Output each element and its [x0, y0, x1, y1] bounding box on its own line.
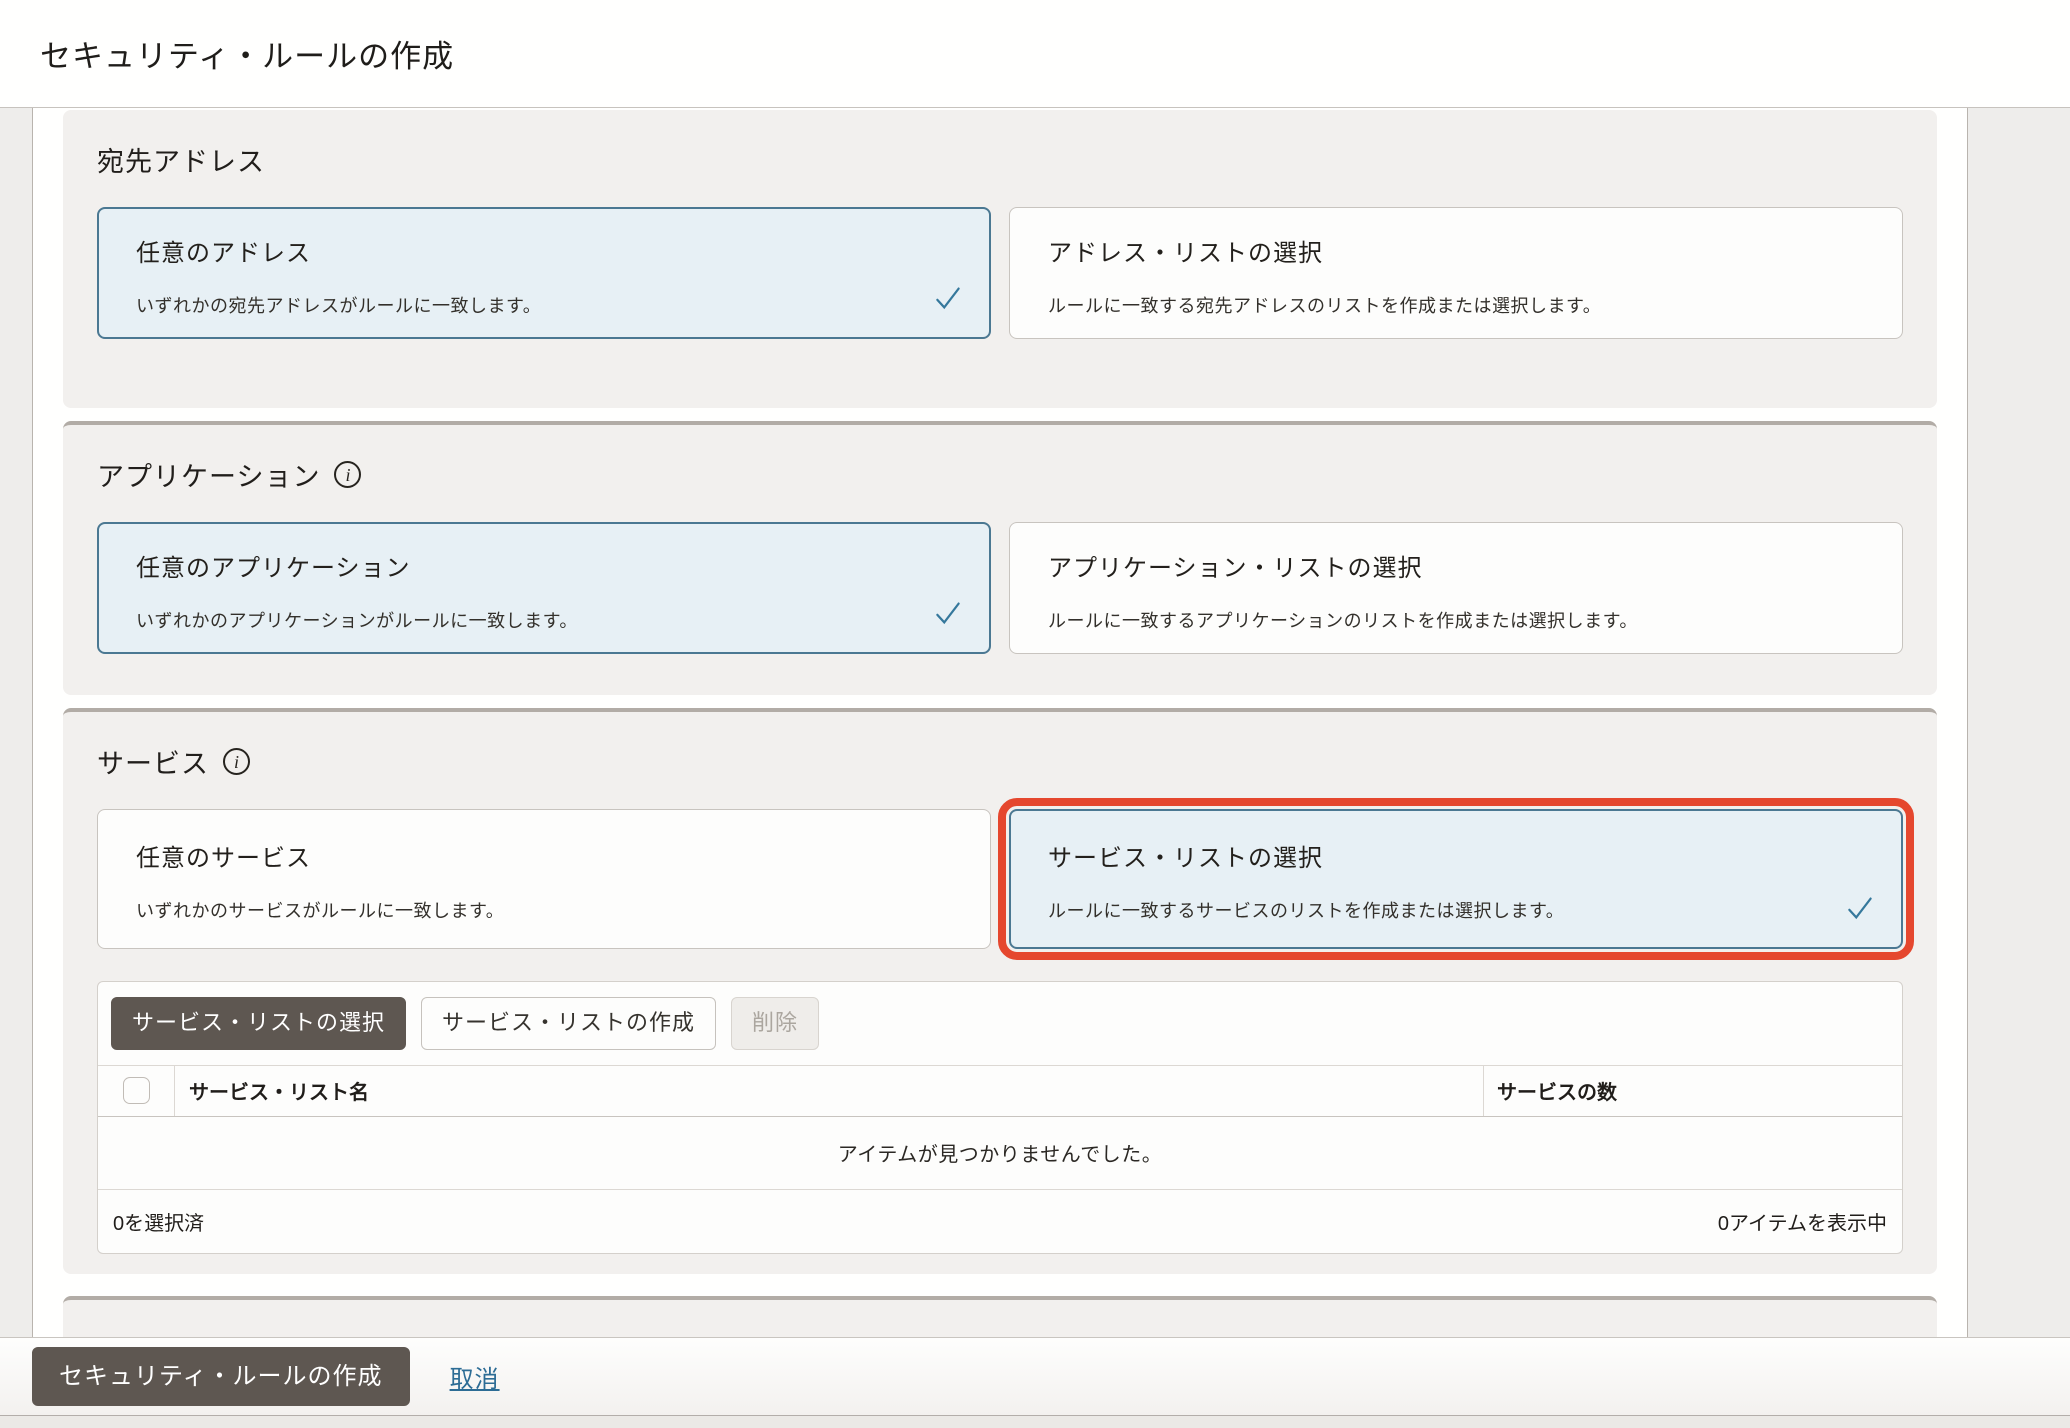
left-page-edge: [0, 108, 33, 1337]
items-shown-count: 0アイテムを表示中: [1717, 1212, 1887, 1235]
section-destination-address: 宛先アドレス 任意のアドレス いずれかの宛先アドレスがルールに一致します。 アド…: [63, 110, 1937, 408]
option-card-title: 任意のサービス: [136, 845, 311, 872]
page-header: セキュリティ・ルールの作成: [0, 0, 2070, 108]
content-area: 宛先アドレス 任意のアドレス いずれかの宛先アドレスがルールに一致します。 アド…: [0, 108, 2070, 1337]
option-card-any-application[interactable]: 任意のアプリケーション いずれかのアプリケーションがルールに一致します。: [97, 522, 991, 654]
check-icon: [936, 602, 960, 625]
check-icon: [1848, 897, 1872, 920]
option-card-description: ルールに一致するアプリケーションのリストを作成または選択します。: [1048, 611, 1638, 631]
option-card-any-address[interactable]: 任意のアドレス いずれかの宛先アドレスがルールに一致します。: [97, 207, 991, 339]
section-heading-application: アプリケーション: [97, 462, 321, 492]
option-card-any-service[interactable]: 任意のサービス いずれかのサービスがルールに一致します。: [97, 809, 991, 949]
cancel-link[interactable]: 取消: [450, 1359, 500, 1394]
select-service-list-button[interactable]: サービス・リストの選択: [111, 997, 407, 1050]
option-card-description: ルールに一致するサービスのリストを作成または選択します。: [1048, 901, 1565, 921]
option-card-title: アドレス・リストの選択: [1048, 240, 1323, 267]
section-heading-service: サービス: [97, 749, 209, 779]
create-security-rule-button[interactable]: セキュリティ・ルールの作成: [32, 1346, 410, 1407]
info-icon[interactable]: i: [334, 461, 362, 488]
form-drawer: 宛先アドレス 任意のアドレス いずれかの宛先アドレスがルールに一致します。 アド…: [33, 108, 1967, 1337]
bottom-action-bar: セキュリティ・ルールの作成 取消: [0, 1337, 2070, 1415]
service-list-toolbar: サービス・リストの選択 サービス・リストの作成 削除: [98, 982, 1902, 1065]
option-card-description: いずれかの宛先アドレスがルールに一致します。: [136, 296, 542, 316]
option-card-description: いずれかのサービスがルールに一致します。: [136, 901, 505, 921]
option-card-title: 任意のアドレス: [136, 240, 311, 267]
check-icon: [936, 287, 960, 310]
delete-button: 削除: [731, 997, 820, 1050]
page-title: セキュリティ・ルールの作成: [40, 39, 455, 74]
create-security-rule-page: セキュリティ・ルールの作成 宛先アドレス 任意のアドレス いずれかの宛先アドレス…: [0, 0, 2070, 1428]
service-list-table-header: サービス・リスト名 サービスの数: [98, 1064, 1902, 1117]
option-card-title: 任意のアプリケーション: [136, 555, 411, 582]
table-status-row: 0を選択済 0アイテムを表示中: [98, 1190, 1902, 1253]
right-page-edge: [1967, 108, 2070, 1337]
option-card-title: サービス・リストの選択: [1048, 845, 1323, 872]
option-card-select-address-list[interactable]: アドレス・リストの選択 ルールに一致する宛先アドレスのリストを作成または選択しま…: [1009, 207, 1903, 339]
section-application: アプリケーション i 任意のアプリケーション いずれかのアプリケーションがルール…: [63, 421, 1937, 695]
selected-count: 0を選択済: [113, 1212, 205, 1235]
section-service: サービス i 任意のサービス いずれかのサービスがルールに一致します。 サービス…: [63, 708, 1937, 1274]
column-header-service-count: サービスの数: [1497, 1082, 1617, 1105]
option-card-title: アプリケーション・リストの選択: [1048, 555, 1423, 582]
table-empty-message: アイテムが見つかりませんでした。: [98, 1117, 1902, 1190]
section-heading-destination-address: 宛先アドレス: [97, 147, 265, 177]
section-next-partial: [63, 1296, 1937, 1337]
option-card-select-service-list[interactable]: サービス・リストの選択 ルールに一致するサービスのリストを作成または選択します。: [998, 798, 1914, 960]
info-icon[interactable]: i: [223, 748, 250, 775]
bottom-page-strip: [0, 1415, 2070, 1428]
select-all-checkbox[interactable]: [122, 1077, 150, 1105]
option-card-description: ルールに一致する宛先アドレスのリストを作成または選択します。: [1048, 296, 1602, 316]
select-all-cell: [98, 1065, 175, 1116]
service-list-panel: サービス・リストの選択 サービス・リストの作成 削除 サービス・リスト名 サービ…: [97, 981, 1903, 1254]
option-card-description: いずれかのアプリケーションがルールに一致します。: [136, 611, 578, 631]
column-header-service-list-name: サービス・リスト名: [175, 1065, 1484, 1116]
option-card-select-application-list[interactable]: アプリケーション・リストの選択 ルールに一致するアプリケーションのリストを作成ま…: [1009, 522, 1903, 654]
create-service-list-button[interactable]: サービス・リストの作成: [421, 997, 717, 1050]
